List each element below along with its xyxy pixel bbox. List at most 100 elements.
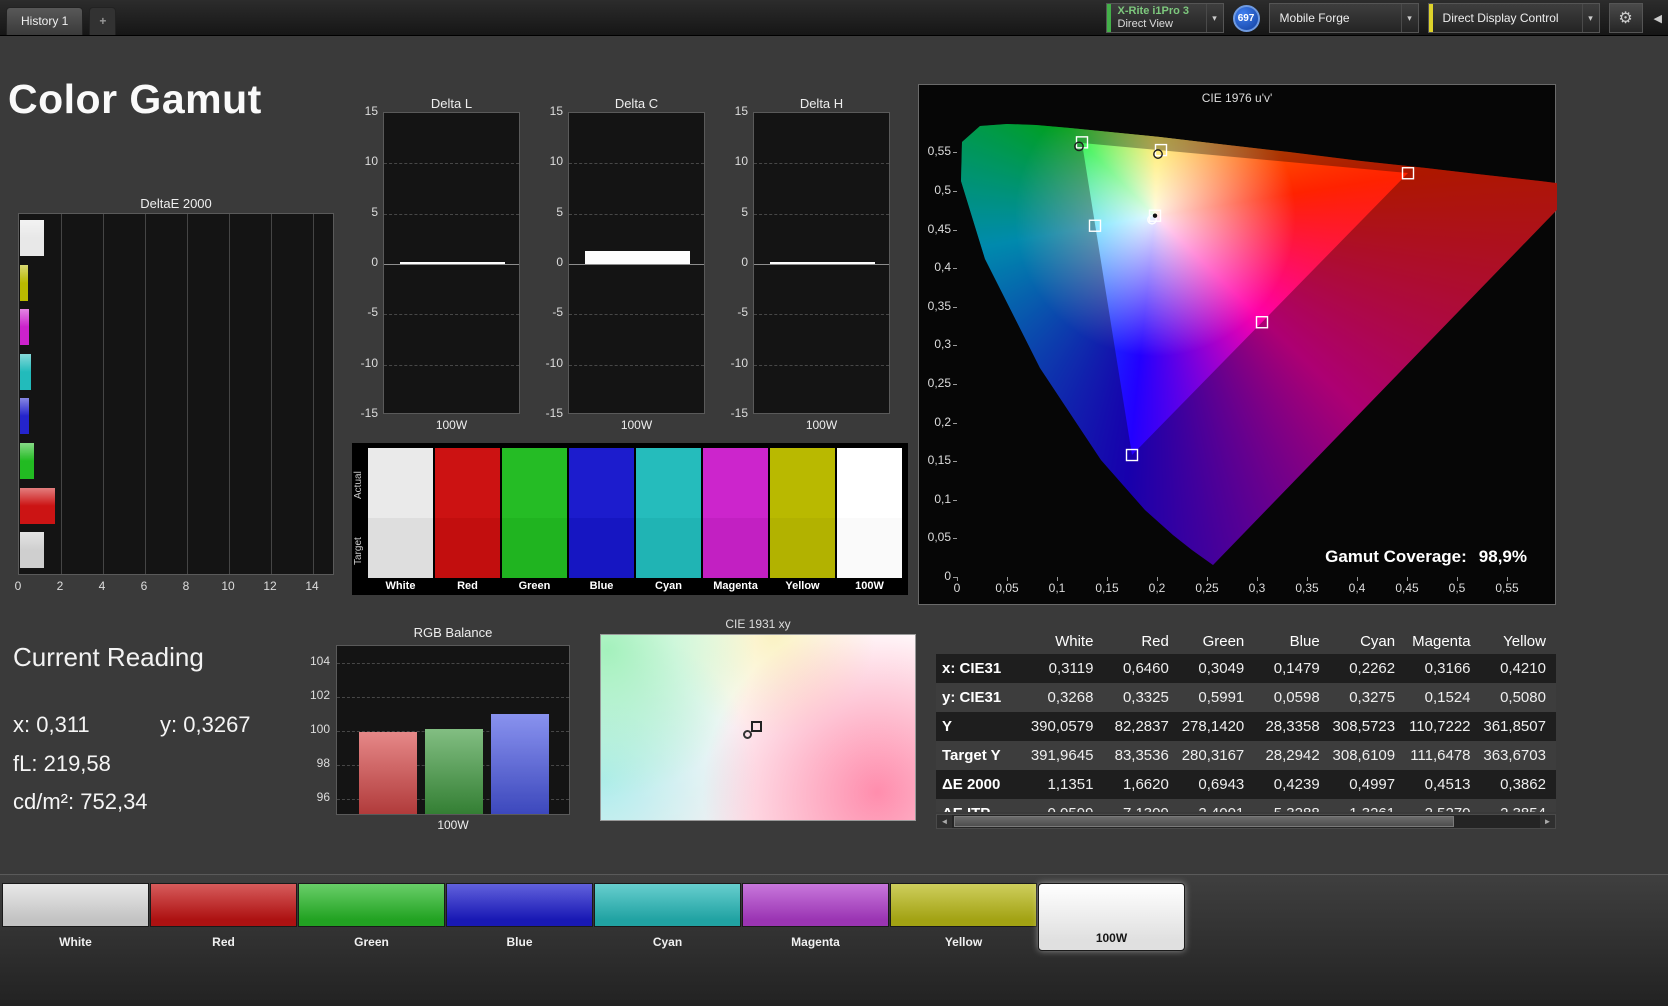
swatch-actual [703,448,768,518]
collapse-panel-arrow-icon[interactable]: ◀ [1652,12,1664,25]
deltae-bar-yellow [20,264,29,301]
chevron-down-icon[interactable]: ▾ [1581,4,1599,32]
gamut-coverage: Gamut Coverage: 98,9% [1325,547,1527,567]
deltae-bar-green [20,443,35,479]
swatch-target [569,518,634,578]
meter-dropdown[interactable]: X-Rite i1Pro 3 Direct View ▾ [1105,3,1224,33]
table-value: 0,4513 [1424,776,1471,793]
rgb-balance-title: RGB Balance [413,625,493,640]
cie1976-y-tick [953,461,957,463]
table-value: 7,1309 [1103,805,1178,812]
swatch-columns: White Red Green Blue Cyan Magenta Yellow 100W [368,448,902,595]
scrollbar-thumb[interactable] [954,816,1454,827]
source-dropdown[interactable]: Mobile Forge ▾ [1268,3,1419,33]
swatch-label: Red [457,580,478,592]
table-value: 0,6943 [1198,776,1245,793]
row-label: Target Y [942,747,1001,764]
column-header-blue: Blue [1289,632,1320,650]
table-value: 2,4001 [1179,805,1254,812]
delta-h-title: Delta H [799,96,844,111]
rgb-y-tick-label: 96 [316,790,330,804]
swatch-actual [837,448,902,518]
cie1976-x-tick-label: 0,2 [1148,581,1166,595]
chevron-down-icon[interactable]: ▾ [1400,4,1418,32]
row-label: x: CIE31 [942,660,1002,677]
cie1976-x-tick-label: 0,3 [1248,581,1266,595]
cie1976-y-tick [953,152,957,154]
history-tab[interactable]: History 1 [6,7,84,35]
delta-h-y-tick-label: -5 [737,305,748,320]
cie1976-x-tick [1507,577,1508,581]
add-tab-icon: + [99,14,107,28]
cie1976-x-tick-label: 0,45 [1395,581,1419,595]
table-value: 1,1351 [1047,776,1094,793]
swatch-column-cyan: Cyan [636,448,701,595]
patch-button-white[interactable]: White [2,883,149,959]
column-header-red: Red [1141,632,1169,650]
add-tab-button[interactable]: + [89,7,117,35]
cie1976-x-tick-label: 0 [953,581,961,595]
cie1931-measured-marker [743,730,752,739]
cie1931-panel: CIE 1931 xy [598,617,918,824]
cie1976-y-tick [953,191,957,192]
swatch-column-100w: 100W [837,448,902,595]
deltae-bar-100w [20,532,44,569]
cie1976-y-tick-label: 0,55 [927,144,951,159]
deltae-gridline [313,214,314,574]
patch-button-green[interactable]: Green [298,883,445,959]
patch-button-blue[interactable]: Blue [446,883,593,959]
table-value: 0,1524 [1424,689,1471,706]
deltae-x-tick-label: 10 [221,579,235,593]
scroll-right-icon[interactable]: ► [1540,815,1555,828]
delta-l-y-tick-label: 10 [364,154,378,169]
patch-swatch [150,883,297,927]
cie1976-x-tick-label: 0,25 [1195,581,1219,595]
swatch-target [502,518,567,578]
cie1976-x-tick [1157,577,1158,581]
settings-button[interactable]: ⚙ [1608,3,1643,33]
patch-button-100w[interactable]: 100W [1038,883,1185,959]
table-value: 391,9645 [1030,747,1094,764]
patch-button-cyan[interactable]: Cyan [594,883,741,959]
meter-text: X-Rite i1Pro 3 Direct View [1111,5,1206,31]
cie1976-x-tick-label: 0,1 [1048,581,1066,595]
cie1976-x-tick-label: 0,15 [1095,581,1119,595]
delta-c-y-tick-label: 15 [549,104,563,118]
delta-l-plot [383,112,520,414]
patch-label: Yellow [944,935,983,949]
reading-cdm2: cd/m²: 752,34 [13,789,148,815]
swatch-target [636,518,701,578]
table-scrollbar[interactable]: ◄ ► [936,814,1556,829]
patch-swatch [742,883,889,927]
patch-button-magenta[interactable]: Magenta [742,883,889,959]
cie1931-target-marker [751,721,762,732]
current-reading-title: Current Reading [13,642,204,672]
deltae-bar-white [20,220,44,256]
table-value: 278,1420 [1181,718,1245,735]
swatch-actual [435,448,500,518]
app-window: History 1 + X-Rite i1Pro 3 Direct View ▾… [0,0,1668,1006]
patch-label: Blue [506,935,533,949]
cie1976-x-tick [1207,577,1208,581]
display-control-dropdown[interactable]: Direct Display Control ▾ [1427,3,1600,33]
patch-button-red[interactable]: Red [150,883,297,959]
delta-c-y-tick-label: 0 [556,254,563,269]
delta-h-plot [753,112,890,414]
table-row: Target Y 391,9645 83,3536 280,3167 28,2942 30… [936,741,1556,770]
target-row-label: Target [353,537,364,565]
reading-y-value: 0,3267 [183,712,251,737]
deltae-x-tick-label: 4 [98,579,106,593]
source-device-label: Mobile Forge [1279,11,1350,25]
swatch-label: Yellow [785,580,820,592]
table-value: 361,8507 [1483,718,1546,735]
patch-button-yellow[interactable]: Yellow [890,883,1037,959]
scroll-left-icon[interactable]: ◄ [937,815,952,828]
chevron-down-icon[interactable]: ▾ [1205,4,1223,32]
table-value: 111,6478 [1410,747,1471,764]
delta-c-title: Delta C [614,96,659,111]
table-value: 0,6460 [1122,660,1169,677]
gamut-coverage-value: 98,9% [1478,547,1527,566]
table-value: 0,3275 [1349,689,1396,706]
delta-l-y-tick-label: -5 [367,305,378,320]
swatch-column-yellow: Yellow [770,448,835,595]
